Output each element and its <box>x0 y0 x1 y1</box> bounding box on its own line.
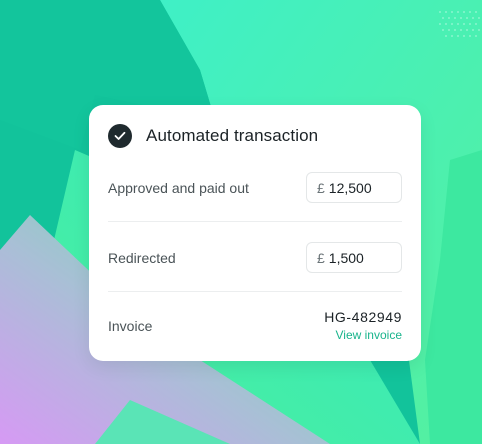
currency-symbol: £ <box>317 249 325 266</box>
view-invoice-link[interactable]: View invoice <box>336 328 402 342</box>
invoice-id: HG-482949 <box>324 309 402 325</box>
row-label-invoice: Invoice <box>108 317 153 334</box>
redirected-amount-value: 1,500 <box>328 249 364 266</box>
divider <box>108 221 402 222</box>
card-title: Automated transaction <box>146 126 319 145</box>
currency-symbol: £ <box>317 179 325 196</box>
approved-amount-field[interactable]: £ 12,500 <box>306 172 402 203</box>
invoice-info: HG-482949 View invoice <box>324 309 402 342</box>
card-header: Automated transaction <box>108 124 318 148</box>
row-label-approved: Approved and paid out <box>108 179 249 196</box>
redirected-amount-field[interactable]: £ 1,500 <box>306 242 402 273</box>
row-label-redirected: Redirected <box>108 249 176 266</box>
approved-amount-value: 12,500 <box>328 179 372 196</box>
divider <box>108 291 402 292</box>
check-circle-icon <box>108 124 132 148</box>
row-redirected: Redirected £ 1,500 <box>108 242 402 273</box>
transaction-card: Automated transaction Approved and paid … <box>89 105 421 361</box>
row-approved: Approved and paid out £ 12,500 <box>108 172 402 203</box>
row-invoice: Invoice HG-482949 View invoice <box>108 309 402 342</box>
